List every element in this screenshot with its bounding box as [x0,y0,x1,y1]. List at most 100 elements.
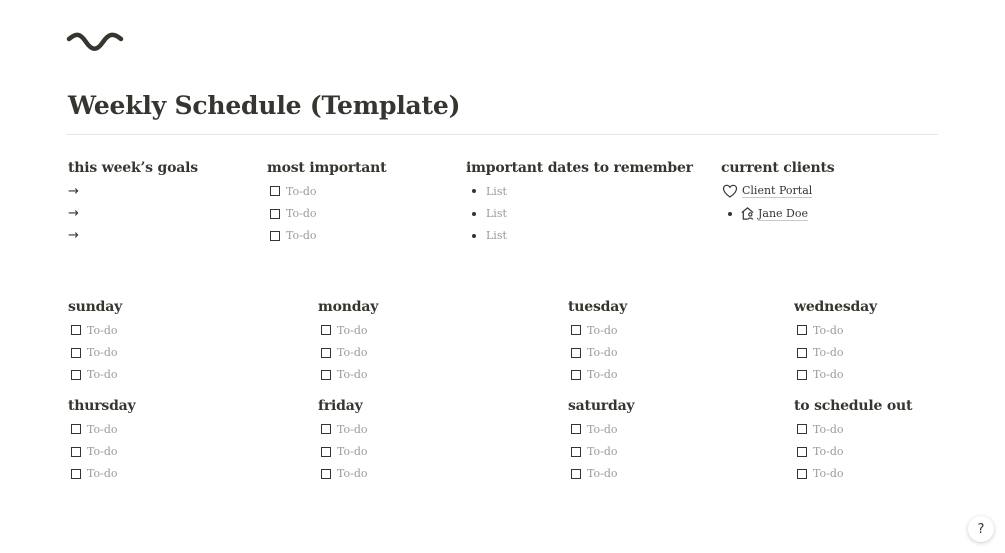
todo-checkbox[interactable] [571,369,581,380]
goal-item[interactable]: → [68,202,198,224]
todo-checkbox[interactable] [71,446,81,457]
todo-placeholder[interactable]: To-do [813,368,844,381]
todo-placeholder[interactable]: To-do [587,368,618,381]
day-thursday: thursday To-do To-do To-do [68,395,136,485]
goal-item[interactable]: → [68,225,198,247]
todo-placeholder[interactable]: To-do [337,423,368,436]
day-heading: friday [318,398,363,414]
todo-placeholder[interactable]: To-do [87,445,118,458]
section-heading: most important [267,160,387,176]
list-item[interactable]: List [466,202,693,224]
todo-item: To-do [68,319,122,341]
todo-placeholder[interactable]: To-do [337,324,368,337]
todo-checkbox[interactable] [321,446,331,457]
day-monday: monday To-do To-do To-do [318,296,378,386]
todo-placeholder[interactable]: To-do [87,368,118,381]
todo-item: To-do [267,180,386,202]
todo-checkbox[interactable] [71,468,81,479]
client-portal-link[interactable]: Client Portal [742,184,813,199]
todo-checkbox[interactable] [571,468,581,479]
todo-item: To-do [318,341,378,363]
heart-icon [722,184,738,198]
day-friday: friday To-do To-do To-do [318,395,368,485]
list-item[interactable]: List [466,180,693,202]
todo-checkbox[interactable] [571,424,581,435]
list-placeholder: List [486,207,507,221]
title-divider [66,134,938,135]
todo-item: To-do [318,440,368,462]
todo-checkbox[interactable] [321,468,331,479]
todo-placeholder[interactable]: To-do [337,445,368,458]
todo-placeholder[interactable]: To-do [813,467,844,480]
help-button[interactable]: ? [968,516,994,542]
bullet-icon [472,189,476,194]
todo-checkbox[interactable] [321,347,331,358]
todo-placeholder[interactable]: To-do [286,185,317,198]
todo-item: To-do [794,364,877,386]
todo-placeholder[interactable]: To-do [813,445,844,458]
todo-checkbox[interactable] [71,369,81,380]
todo-item: To-do [68,440,135,462]
client-page-link[interactable]: Jane Doe [758,207,809,221]
todo-placeholder[interactable]: To-do [813,324,844,337]
todo-placeholder[interactable]: To-do [286,229,317,242]
todo-checkbox[interactable] [797,424,807,435]
todo-checkbox[interactable] [321,424,331,435]
todo-placeholder[interactable]: To-do [87,423,118,436]
todo-item: To-do [568,463,634,485]
todo-placeholder[interactable]: To-do [337,467,368,480]
todo-checkbox[interactable] [797,468,807,479]
day-wednesday: wednesday To-do To-do To-do [794,296,877,386]
todo-checkbox[interactable] [71,325,81,336]
todo-item: To-do [318,364,378,386]
todo-item: To-do [318,319,378,341]
todo-placeholder[interactable]: To-do [813,423,844,436]
list-placeholder: List [486,184,507,198]
todo-checkbox[interactable] [571,347,581,358]
todo-item: To-do [68,364,122,386]
todo-checkbox[interactable] [797,325,807,336]
weekly-goals-section: this week’s goals → → → [68,157,198,247]
todo-placeholder[interactable]: To-do [337,368,368,381]
todo-placeholder[interactable]: To-do [587,445,618,458]
most-important-section: most important To-do To-do To-do [267,157,387,247]
todo-checkbox[interactable] [797,446,807,457]
todo-checkbox[interactable] [571,325,581,336]
todo-placeholder[interactable]: To-do [587,346,618,359]
day-heading: to schedule out [794,398,913,414]
todo-checkbox[interactable] [71,347,81,358]
todo-placeholder[interactable]: To-do [587,324,618,337]
client-portal-link-row: Client Portal [721,180,834,202]
todo-item: To-do [568,440,634,462]
todo-placeholder[interactable]: To-do [87,467,118,480]
arrow-right-icon: → [68,206,79,222]
section-heading: current clients [721,160,835,176]
todo-placeholder[interactable]: To-do [87,346,118,359]
todo-placeholder[interactable]: To-do [337,346,368,359]
todo-placeholder[interactable]: To-do [286,207,317,220]
todo-checkbox[interactable] [270,208,280,219]
todo-checkbox[interactable] [797,347,807,358]
todo-checkbox[interactable] [270,230,280,241]
todo-item: To-do [68,341,122,363]
todo-checkbox[interactable] [797,369,807,380]
todo-item: To-do [568,341,627,363]
arrow-right-icon: → [68,183,79,199]
todo-checkbox[interactable] [321,369,331,380]
arrow-right-icon: → [68,228,79,244]
todo-checkbox[interactable] [270,186,280,197]
list-item[interactable]: List [466,225,693,247]
goal-item[interactable]: → [68,180,198,202]
house-person-icon [741,207,754,220]
todo-item: To-do [794,440,912,462]
todo-placeholder[interactable]: To-do [813,346,844,359]
todo-placeholder[interactable]: To-do [587,467,618,480]
section-heading: important dates to remember [466,160,693,176]
todo-checkbox[interactable] [71,424,81,435]
todo-placeholder[interactable]: To-do [87,324,118,337]
day-sunday: sunday To-do To-do To-do [68,296,122,386]
bullet-icon [472,211,476,216]
todo-checkbox[interactable] [571,446,581,457]
todo-checkbox[interactable] [321,325,331,336]
todo-placeholder[interactable]: To-do [587,423,618,436]
